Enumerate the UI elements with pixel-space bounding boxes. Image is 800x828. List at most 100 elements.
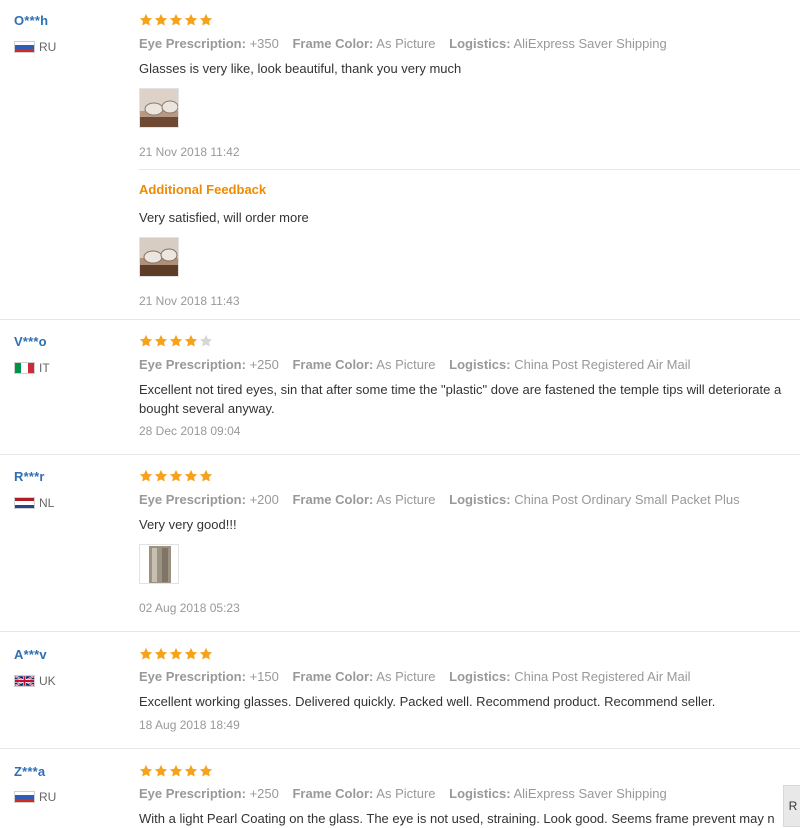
star-filled-icon	[154, 334, 168, 347]
logistics-label: Logistics:	[449, 669, 511, 684]
frame-color-value: As Picture	[376, 786, 436, 801]
logistics-value: AliExpress Saver Shipping	[513, 36, 667, 51]
frame-color-value: As Picture	[376, 492, 436, 507]
country-code: NL	[39, 496, 55, 510]
review-photo-thumbnail[interactable]	[139, 544, 179, 584]
star-rating	[139, 764, 214, 778]
divider	[0, 454, 800, 455]
frame-color-label: Frame Color:	[292, 36, 374, 51]
logistics-value: China Post Ordinary Small Packet Plus	[514, 492, 740, 507]
review-attributes: Eye Prescription: +350 Frame Color: As P…	[139, 36, 677, 51]
review-attributes: Eye Prescription: +250 Frame Color: As P…	[139, 786, 677, 801]
star-filled-icon	[139, 469, 153, 482]
country-code: RU	[39, 790, 57, 804]
reviewer-country: RU	[14, 40, 56, 54]
star-empty-icon	[199, 334, 213, 347]
divider	[0, 169, 800, 170]
star-filled-icon	[184, 13, 198, 26]
frame-color-value: As Picture	[376, 669, 436, 684]
star-filled-icon	[199, 13, 213, 26]
side-float-button[interactable]: R	[783, 785, 800, 827]
star-rating	[139, 647, 214, 661]
prescription-value: +350	[249, 36, 279, 51]
additional-feedback-title: Additional Feedback	[139, 182, 267, 197]
star-filled-icon	[199, 469, 213, 482]
prescription-label: Eye Prescription:	[139, 492, 246, 507]
reviewer-name[interactable]: O***h	[14, 13, 48, 28]
prescription-label: Eye Prescription:	[139, 669, 246, 684]
additional-feedback-text: Very satisfied, will order more	[139, 210, 309, 225]
star-filled-icon	[169, 13, 183, 26]
prescription-value: +250	[249, 357, 279, 372]
star-filled-icon	[184, 469, 198, 482]
review-attributes: Eye Prescription: +150 Frame Color: As P…	[139, 669, 701, 684]
reviewer-name[interactable]: A***v	[14, 647, 47, 662]
star-rating	[139, 13, 214, 27]
star-filled-icon	[139, 334, 153, 347]
reviewer-country: IT	[14, 361, 50, 375]
review-text: Excellent working glasses. Delivered qui…	[139, 694, 716, 709]
review-date: 28 Dec 2018 09:04	[139, 424, 241, 438]
review-text-line-2: bought several anyway.	[139, 401, 275, 416]
review-attributes: Eye Prescription: +250 Frame Color: As P…	[139, 357, 701, 372]
review-text: Glasses is very like, look beautiful, th…	[139, 61, 462, 76]
divider	[0, 748, 800, 749]
star-filled-icon	[139, 764, 153, 777]
flag-it-icon	[14, 362, 35, 374]
star-filled-icon	[169, 334, 183, 347]
logistics-label: Logistics:	[449, 786, 511, 801]
star-filled-icon	[199, 647, 213, 660]
photo-glasses-icon	[140, 89, 178, 127]
country-code: RU	[39, 40, 57, 54]
reviewer-country: UK	[14, 674, 56, 688]
star-filled-icon	[169, 647, 183, 660]
divider	[0, 319, 800, 320]
flag-ru-icon	[14, 791, 35, 803]
photo-glasses-icon	[140, 238, 178, 276]
review-photo-thumbnail[interactable]	[139, 88, 179, 128]
logistics-label: Logistics:	[449, 492, 511, 507]
reviewer-name[interactable]: R***r	[14, 469, 45, 484]
flag-ru-icon	[14, 41, 35, 53]
logistics-value: China Post Registered Air Mail	[514, 669, 691, 684]
prescription-label: Eye Prescription:	[139, 36, 246, 51]
star-filled-icon	[154, 13, 168, 26]
logistics-label: Logistics:	[449, 36, 511, 51]
reviewer-name[interactable]: Z***a	[14, 764, 45, 779]
review-date: 21 Nov 2018 11:42	[139, 145, 240, 159]
frame-color-label: Frame Color:	[292, 669, 374, 684]
prescription-label: Eye Prescription:	[139, 786, 246, 801]
star-filled-icon	[169, 764, 183, 777]
reviewer-country: RU	[14, 790, 56, 804]
prescription-value: +200	[249, 492, 279, 507]
review-text: Very very good!!!	[139, 517, 237, 532]
star-filled-icon	[184, 334, 198, 347]
prescription-value: +250	[249, 786, 279, 801]
star-filled-icon	[184, 764, 198, 777]
star-filled-icon	[139, 13, 153, 26]
additional-feedback-date: 21 Nov 2018 11:43	[139, 294, 240, 308]
frame-color-value: As Picture	[376, 357, 436, 372]
star-filled-icon	[154, 469, 168, 482]
star-filled-icon	[139, 647, 153, 660]
star-filled-icon	[154, 647, 168, 660]
flag-uk-icon	[14, 675, 35, 687]
logistics-label: Logistics:	[449, 357, 511, 372]
prescription-value: +150	[249, 669, 279, 684]
star-filled-icon	[184, 647, 198, 660]
additional-photo-thumbnail[interactable]	[139, 237, 179, 277]
reviewer-name[interactable]: V***o	[14, 334, 47, 349]
frame-color-value: As Picture	[376, 36, 436, 51]
review-date: 18 Aug 2018 18:49	[139, 718, 240, 732]
frame-color-label: Frame Color:	[292, 492, 374, 507]
country-code: UK	[39, 674, 56, 688]
frame-color-label: Frame Color:	[292, 786, 374, 801]
star-rating	[139, 334, 214, 348]
star-filled-icon	[169, 469, 183, 482]
star-filled-icon	[154, 764, 168, 777]
review-date: 02 Aug 2018 05:23	[139, 601, 240, 615]
logistics-value: AliExpress Saver Shipping	[513, 786, 667, 801]
photo-glasses-icon	[140, 545, 178, 583]
divider	[0, 631, 800, 632]
review-text-line-1: Excellent not tired eyes, sin that after…	[139, 382, 782, 397]
